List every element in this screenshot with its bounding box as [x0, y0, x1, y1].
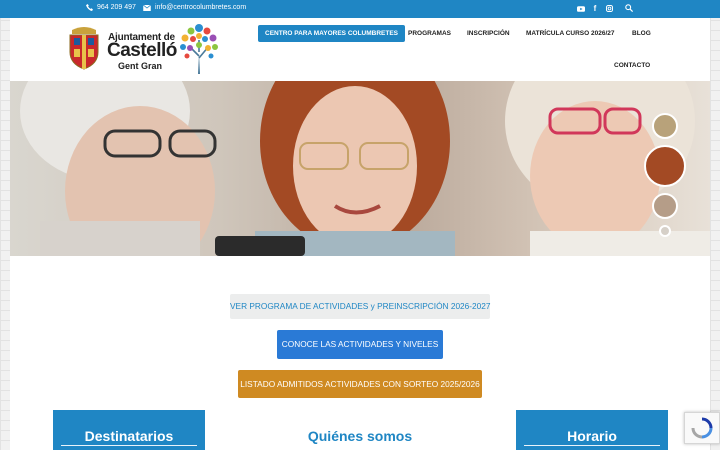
phone-icon	[86, 4, 93, 11]
nav-item-matricula[interactable]: MATRÍCULA CURSO 2026/27	[526, 30, 615, 37]
phone-contact[interactable]: 964 209 497	[86, 4, 136, 11]
search-icon[interactable]	[622, 3, 636, 15]
castello-crest-icon	[69, 27, 99, 70]
admitted-list-button[interactable]: LISTADO ADMITIDOS ACTIVIDADES CON SORTEO…	[238, 370, 482, 398]
instagram-icon[interactable]	[602, 3, 616, 15]
slide-thumbnail[interactable]	[652, 193, 678, 219]
nav-item-centro[interactable]: CENTRO PARA MAYORES COLUMBRETES	[258, 25, 406, 42]
mail-icon	[143, 4, 151, 11]
youtube-icon[interactable]	[574, 3, 588, 15]
email-contact[interactable]: info@centrocolumbretes.com	[143, 4, 246, 11]
hero-photo	[20, 81, 710, 256]
nav-item-blog[interactable]: BLOG	[632, 30, 651, 37]
facebook-icon[interactable]: f	[588, 3, 602, 15]
horario-card: Horario	[516, 410, 668, 450]
recaptcha-badge[interactable]	[684, 412, 720, 444]
slide-thumbnail[interactable]	[659, 225, 671, 237]
slider-thumbnails	[644, 113, 686, 237]
nav-item-inscripcion[interactable]: INSCRIPCIÓN	[467, 30, 510, 37]
phone-number: 964 209 497	[97, 4, 136, 11]
nav-item-programas[interactable]: PROGRAMAS	[408, 30, 451, 37]
recaptcha-icon	[691, 417, 713, 439]
top-bar: 964 209 497 info@centrocolumbretes.com f	[0, 0, 720, 18]
email-address: info@centrocolumbretes.com	[155, 4, 247, 11]
logo-line-3: Gent Gran	[118, 61, 163, 71]
nav-item-contacto[interactable]: CONTACTO	[614, 62, 650, 69]
slide-thumbnail[interactable]	[652, 113, 678, 139]
slide-thumbnail-active[interactable]	[644, 145, 686, 187]
logo-line-2: Castelló	[107, 40, 177, 61]
card-divider	[61, 445, 197, 446]
view-program-button[interactable]: VER PROGRAMA DE ACTIVIDADES y PREINSCRIP…	[230, 294, 491, 319]
card-divider	[524, 445, 660, 446]
horario-title: Horario	[567, 428, 617, 444]
hero-slider[interactable]	[10, 81, 710, 256]
site-logo[interactable]: Ajuntament de Castelló Gent Gran	[66, 20, 226, 76]
activities-levels-button[interactable]: CONOCE LAS ACTIVIDADES Y NIVELES	[277, 330, 443, 359]
tree-logo-icon	[180, 24, 218, 74]
social-links: f	[574, 3, 636, 15]
